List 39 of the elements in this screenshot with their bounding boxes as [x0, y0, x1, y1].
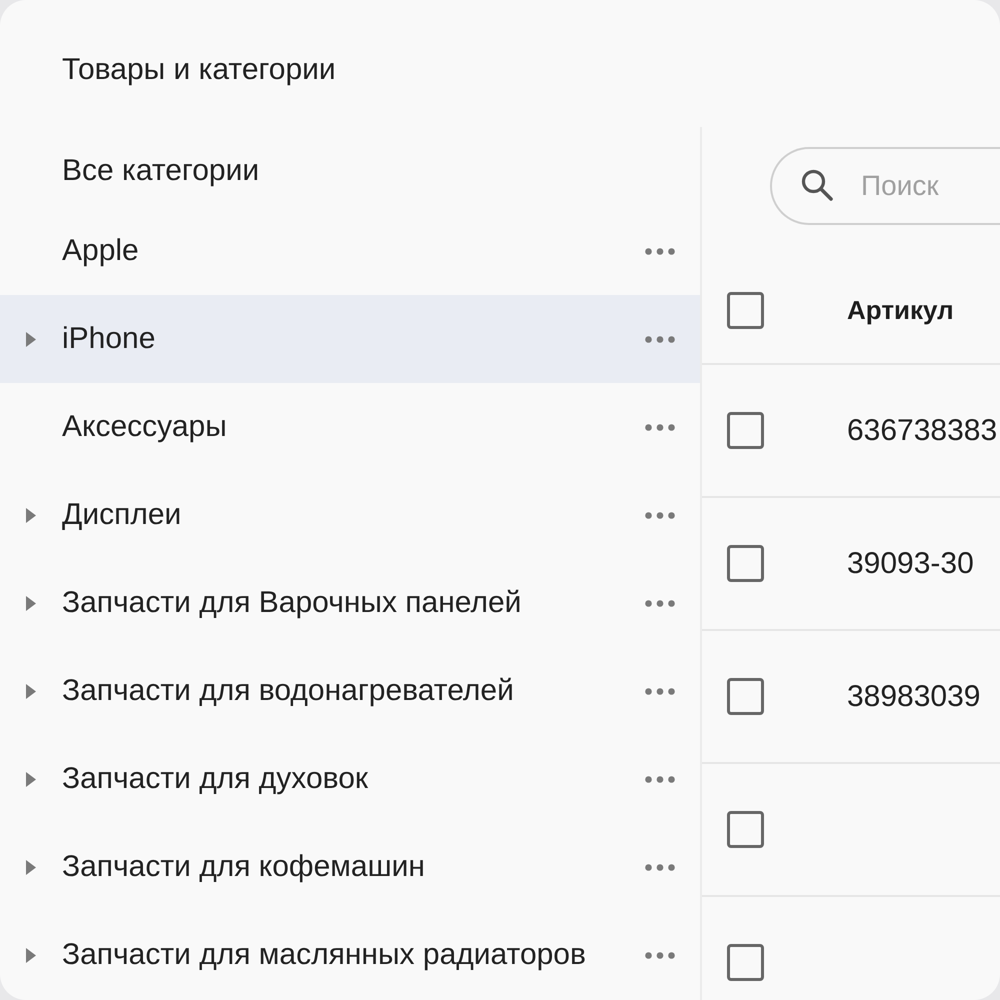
more-icon[interactable]: [645, 600, 675, 606]
sidebar-item[interactable]: Запчасти для духовок: [0, 735, 700, 823]
caret-icon[interactable]: [26, 684, 36, 698]
checkbox[interactable]: [727, 412, 764, 449]
sidebar-item[interactable]: Запчасти для водонагревателей: [0, 647, 700, 735]
sidebar-item[interactable]: Аксессуары: [0, 383, 700, 471]
search-field[interactable]: Поиск: [770, 147, 1000, 225]
caret-icon[interactable]: [26, 772, 36, 786]
more-icon[interactable]: [645, 776, 675, 782]
sidebar-item[interactable]: Apple: [0, 207, 700, 295]
checkbox[interactable]: [727, 545, 764, 582]
checkbox[interactable]: [727, 811, 764, 848]
page-title: Товары и категории: [62, 52, 336, 88]
sidebar-item[interactable]: Дисплеи: [0, 471, 700, 559]
sidebar-item[interactable]: Запчасти для кофемашин: [0, 823, 700, 911]
search-icon: [801, 169, 833, 201]
caret-icon[interactable]: [26, 860, 36, 874]
table-cell: 39093-30: [847, 546, 974, 580]
caret-icon[interactable]: [26, 332, 36, 346]
table-cell: 38983039: [847, 680, 980, 714]
caret-icon[interactable]: [26, 596, 36, 610]
caret-icon[interactable]: [26, 508, 36, 522]
more-icon[interactable]: [645, 864, 675, 870]
sidebar-item[interactable]: Запчасти для Варочных панелей: [0, 559, 700, 647]
more-icon[interactable]: [645, 424, 675, 430]
more-icon[interactable]: [645, 952, 675, 958]
column-header: Артикул: [847, 295, 954, 326]
caret-icon[interactable]: [26, 948, 36, 962]
sidebar-item[interactable]: Запчасти для маслянных радиаторов: [0, 911, 700, 999]
checkbox[interactable]: [727, 944, 764, 981]
checkbox[interactable]: [727, 292, 764, 329]
sidebar-item[interactable]: Все категории: [0, 127, 700, 207]
sidebar-item[interactable]: iPhone: [0, 295, 700, 383]
more-icon[interactable]: [645, 336, 675, 342]
table-cell: 636738383: [847, 414, 998, 448]
more-icon[interactable]: [645, 688, 675, 694]
more-icon[interactable]: [645, 512, 675, 518]
more-icon[interactable]: [645, 248, 675, 254]
checkbox[interactable]: [727, 678, 764, 715]
